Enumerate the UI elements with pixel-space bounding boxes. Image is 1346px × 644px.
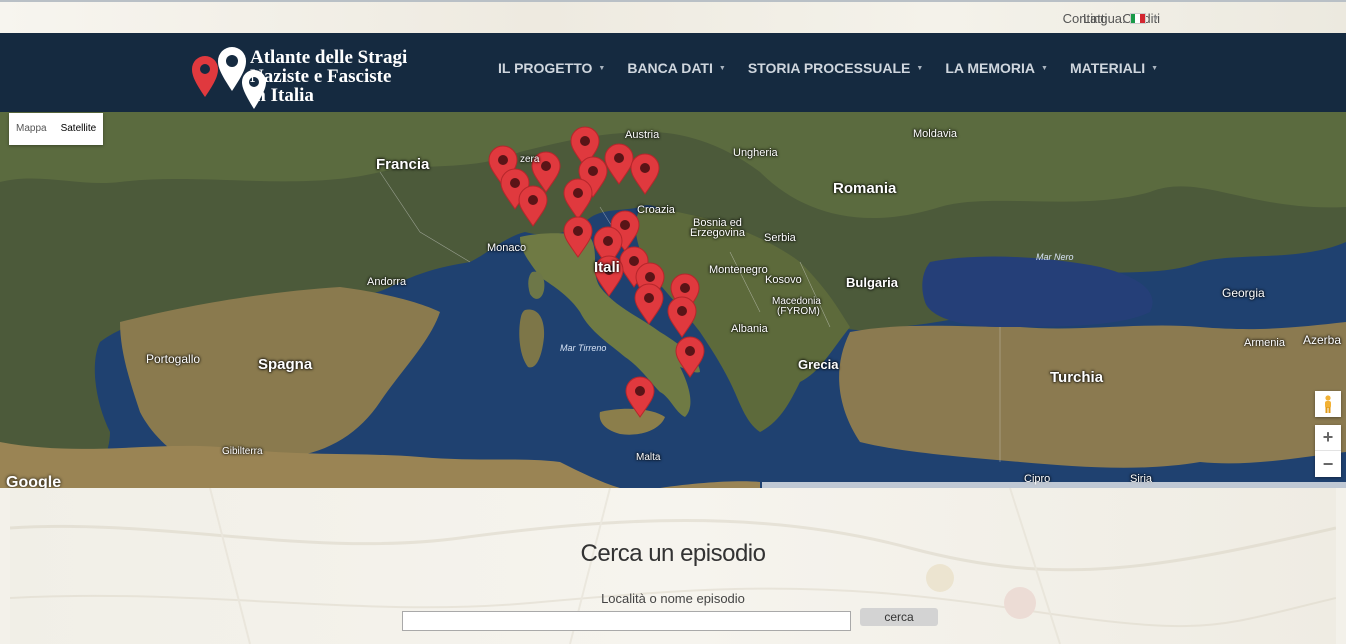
map-marker-dot [680, 283, 690, 293]
map-label-francia: Francia [376, 156, 430, 173]
nav-label: STORIA PROCESSUALE [747, 60, 911, 76]
map-label-montenegro: Montenegro [709, 264, 768, 276]
italy-flag-icon [1129, 13, 1146, 24]
nav-banca-dati[interactable]: BANCA DATI ▼ [627, 60, 725, 76]
map-marker-dot [620, 220, 630, 230]
main-header: Atlante delle Stragi Naziste e Fasciste … [0, 33, 1346, 112]
zoom-out-button[interactable]: − [1315, 451, 1341, 477]
chevron-down-icon: ▼ [1151, 64, 1159, 72]
search-heading: Cerca un episodio [580, 540, 766, 567]
language-selector[interactable]: Lingua: ▼ [1083, 11, 1160, 26]
map-label-albania: Albania [731, 323, 768, 335]
map-label-serbia: Serbia [764, 232, 796, 244]
map-marker-dot [588, 166, 598, 176]
google-logo: Google [6, 474, 62, 488]
search-section: Cerca un episodio Località o nome episod… [10, 488, 1336, 644]
chevron-down-icon: ▼ [718, 64, 726, 72]
map-marker-dot [498, 155, 508, 165]
map-label-monaco: Monaco [487, 242, 527, 254]
map-marker-dot [635, 386, 645, 396]
search-button[interactable]: cerca [860, 608, 938, 626]
map-marker-dot [644, 293, 654, 303]
map-marker-dot [541, 161, 551, 171]
map-marker-dot [603, 236, 613, 246]
map-marker-dot [629, 256, 639, 266]
map-label-kosovo: Kosovo [765, 274, 802, 286]
map-label-spagna: Spagna [258, 356, 313, 373]
map-marker-dot [645, 272, 655, 282]
map-label-italia: Itali [594, 259, 620, 276]
map-marker-dot [510, 178, 520, 188]
site-title: Atlante delle Stragi Naziste e Fasciste … [250, 48, 407, 105]
map-marker-dot [573, 188, 583, 198]
map-marker-dot [580, 136, 590, 146]
site-title-line-1: Atlante delle Stragi [250, 47, 408, 68]
site-title-line-2: Naziste e Fasciste [250, 66, 392, 87]
map-label-moldavia: Moldavia [913, 128, 958, 140]
map-label-mar-tirreno: Mar Tirreno [560, 343, 607, 353]
nav-label: MATERIALI [1069, 60, 1146, 76]
map-label-andorra: Andorra [367, 276, 407, 288]
map-label-armenia: Armenia [1244, 337, 1285, 349]
map-label-azerba: Azerba [1303, 333, 1342, 347]
map-label-ungheria: Ungheria [733, 147, 778, 159]
nav-la-memoria[interactable]: LA MEMORIA ▼ [945, 60, 1048, 76]
map-marker-dot [573, 226, 583, 236]
language-label: Lingua: [1083, 11, 1126, 26]
chevron-down-icon: ▼ [598, 64, 606, 72]
map-label-georgia: Georgia [1222, 286, 1265, 300]
map-type-control: Mappa Satellite [9, 113, 104, 145]
map-label-fyrom: (FYROM) [777, 306, 820, 317]
nav-label: LA MEMORIA [945, 60, 1036, 76]
search-input[interactable] [402, 611, 851, 631]
site-logo[interactable]: Atlante delle Stragi Naziste e Fasciste … [188, 47, 438, 111]
map-label-mar-nero: Mar Nero [1036, 252, 1074, 262]
map-label-malta: Malta [636, 452, 661, 463]
chevron-down-icon: ▼ [916, 64, 924, 72]
map-type-satellite-button[interactable]: Satellite [54, 113, 104, 145]
nav-il-progetto[interactable]: IL PROGETTO ▼ [498, 60, 605, 76]
site-title-line-3: in Italia [250, 85, 314, 106]
episodes-map[interactable]: Mappa Satellite Francia Austria Ungheria… [0, 112, 1346, 488]
map-label-svizzera: zera [520, 154, 540, 165]
map-label-austria: Austria [625, 129, 660, 141]
nav-storia-processuale[interactable]: STORIA PROCESSUALE ▼ [748, 60, 924, 76]
map-type-mappa-button[interactable]: Mappa [9, 113, 54, 145]
map-marker-dot [685, 346, 695, 356]
street-view-pegman-icon[interactable] [1315, 391, 1341, 417]
zoom-in-button[interactable]: + [1315, 425, 1341, 451]
nav-label: IL PROGETTO [498, 60, 593, 76]
map-label-erzegovina: Erzegovina [690, 227, 746, 239]
satellite-map-background [0, 112, 1346, 488]
map-marker-dot [614, 153, 624, 163]
map-label-romania: Romania [833, 180, 897, 197]
chevron-down-icon: ▼ [1041, 64, 1048, 72]
map-marker-dot [640, 163, 650, 173]
nav-label: BANCA DATI [627, 60, 713, 76]
map-label-turchia: Turchia [1050, 369, 1104, 386]
map-marker-dot [677, 306, 687, 316]
map-label-bulgaria: Bulgaria [846, 275, 899, 290]
map-label-portogallo: Portogallo [146, 352, 201, 366]
zoom-control: + − [1315, 425, 1341, 477]
nav-materiali[interactable]: MATERIALI ▼ [1070, 60, 1158, 76]
map-marker-dot [528, 195, 538, 205]
search-field-label: Località o nome episodio [601, 591, 745, 606]
chevron-down-icon: ▼ [1151, 14, 1160, 23]
main-menu: IL PROGETTO ▼ BANCA DATI ▼ STORIA PROCESSU… [498, 60, 1158, 76]
map-label-grecia: Grecia [798, 357, 839, 372]
map-label-croazia: Croazia [637, 204, 675, 216]
map-label-gibilterra: Gibilterra [222, 446, 263, 457]
top-utility-bar: Contatti Crediti Lingua: ▼ [0, 0, 1346, 33]
